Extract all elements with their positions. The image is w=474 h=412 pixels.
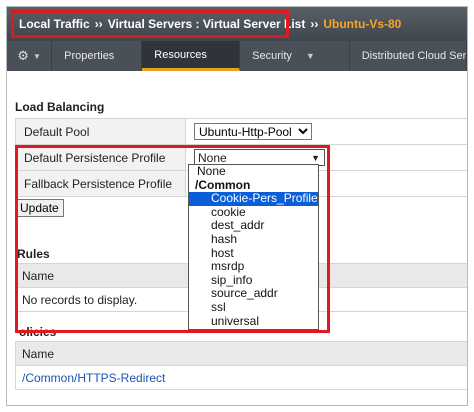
policy-link-text[interactable]: /Common/HTTPS-Redirect xyxy=(22,371,165,385)
tab-security[interactable]: Security ▼ xyxy=(240,41,350,71)
default-pool-select[interactable]: Ubuntu-Http-Pool xyxy=(194,123,312,140)
dropdown-group-common: /Common xyxy=(195,177,251,192)
load-balancing-title: Load Balancing xyxy=(15,100,105,114)
gear-icon: ⚙ xyxy=(17,48,29,63)
dropdown-option-hash[interactable]: hash xyxy=(189,232,318,247)
default-pool-row: Default Pool Ubuntu-Http-Pool xyxy=(15,118,467,145)
dropdown-option-ssl[interactable]: ssl xyxy=(189,300,318,315)
dropdown-option-cookie-pers-profile[interactable]: Cookie-Pers_Profile xyxy=(189,192,318,206)
policies-title: olicies xyxy=(19,325,57,339)
tab-label: Resources xyxy=(154,48,207,61)
dropdown-option-cookie[interactable]: cookie xyxy=(189,205,318,220)
chevron-down-icon: ▼ xyxy=(311,152,320,163)
update-button[interactable]: Update xyxy=(15,199,64,217)
breadcrumb-local-traffic[interactable]: Local Traffic xyxy=(19,17,90,31)
default-pool-cell: Ubuntu-Http-Pool xyxy=(185,118,467,145)
tab-resources[interactable]: Resources xyxy=(142,41,241,71)
app-window: Local Traffic ›› Virtual Servers : Virtu… xyxy=(6,6,468,406)
persistence-dropdown-list[interactable]: None/Common Cookie-Pers_Profile cookie dest… xyxy=(188,164,319,330)
breadcrumb-current-server: Ubuntu-Vs-80 xyxy=(323,17,402,31)
policy-link[interactable]: /Common/HTTPS-Redirect xyxy=(15,365,467,390)
settings-menu-button[interactable]: ⚙ ▼ xyxy=(7,41,53,71)
tab-bar: ⚙ ▼ Properties Resources Security ▼ Dist… xyxy=(7,41,467,71)
fallback-label: Fallback Persistence Profile xyxy=(15,170,186,197)
dropdown-option-source-addr[interactable]: source_addr xyxy=(189,287,318,301)
tab-distributed-cloud[interactable]: Distributed Cloud Ser xyxy=(350,41,467,71)
caret-down-icon: ▼ xyxy=(32,51,41,61)
tab-label: Distributed Cloud Ser xyxy=(361,50,467,62)
dropdown-option-none[interactable]: None xyxy=(189,164,318,179)
persistence-label: Default Persistence Profile xyxy=(15,144,186,171)
dropdown-option-dest-addr[interactable]: dest_addr xyxy=(189,219,318,233)
breadcrumb-virtual-server-list[interactable]: Virtual Servers : Virtual Server List xyxy=(108,17,306,31)
breadcrumb-separator: ›› xyxy=(94,17,103,31)
persistence-select-value: None xyxy=(198,150,227,165)
tab-properties[interactable]: Properties xyxy=(52,41,143,71)
policies-table: Name /Common/HTTPS-Redirect xyxy=(15,341,467,390)
policies-header-row: Name xyxy=(15,341,467,366)
dropdown-option-host[interactable]: host xyxy=(189,246,318,261)
rules-title: Rules xyxy=(17,247,50,261)
dropdown-option-sip-info[interactable]: sip_info xyxy=(189,273,318,288)
dropdown-option-universal[interactable]: universal xyxy=(189,314,318,329)
breadcrumb: Local Traffic ›› Virtual Servers : Virtu… xyxy=(7,7,467,41)
caret-down-icon: ▼ xyxy=(305,51,315,61)
tab-label: Security xyxy=(252,50,292,62)
breadcrumb-separator: ›› xyxy=(310,17,319,31)
default-pool-label: Default Pool xyxy=(15,118,186,145)
tab-label: Properties xyxy=(64,50,115,62)
table-row: /Common/HTTPS-Redirect xyxy=(15,365,467,390)
dropdown-option-msrdp[interactable]: msrdp xyxy=(189,260,318,274)
policies-column-name[interactable]: Name xyxy=(15,341,467,366)
